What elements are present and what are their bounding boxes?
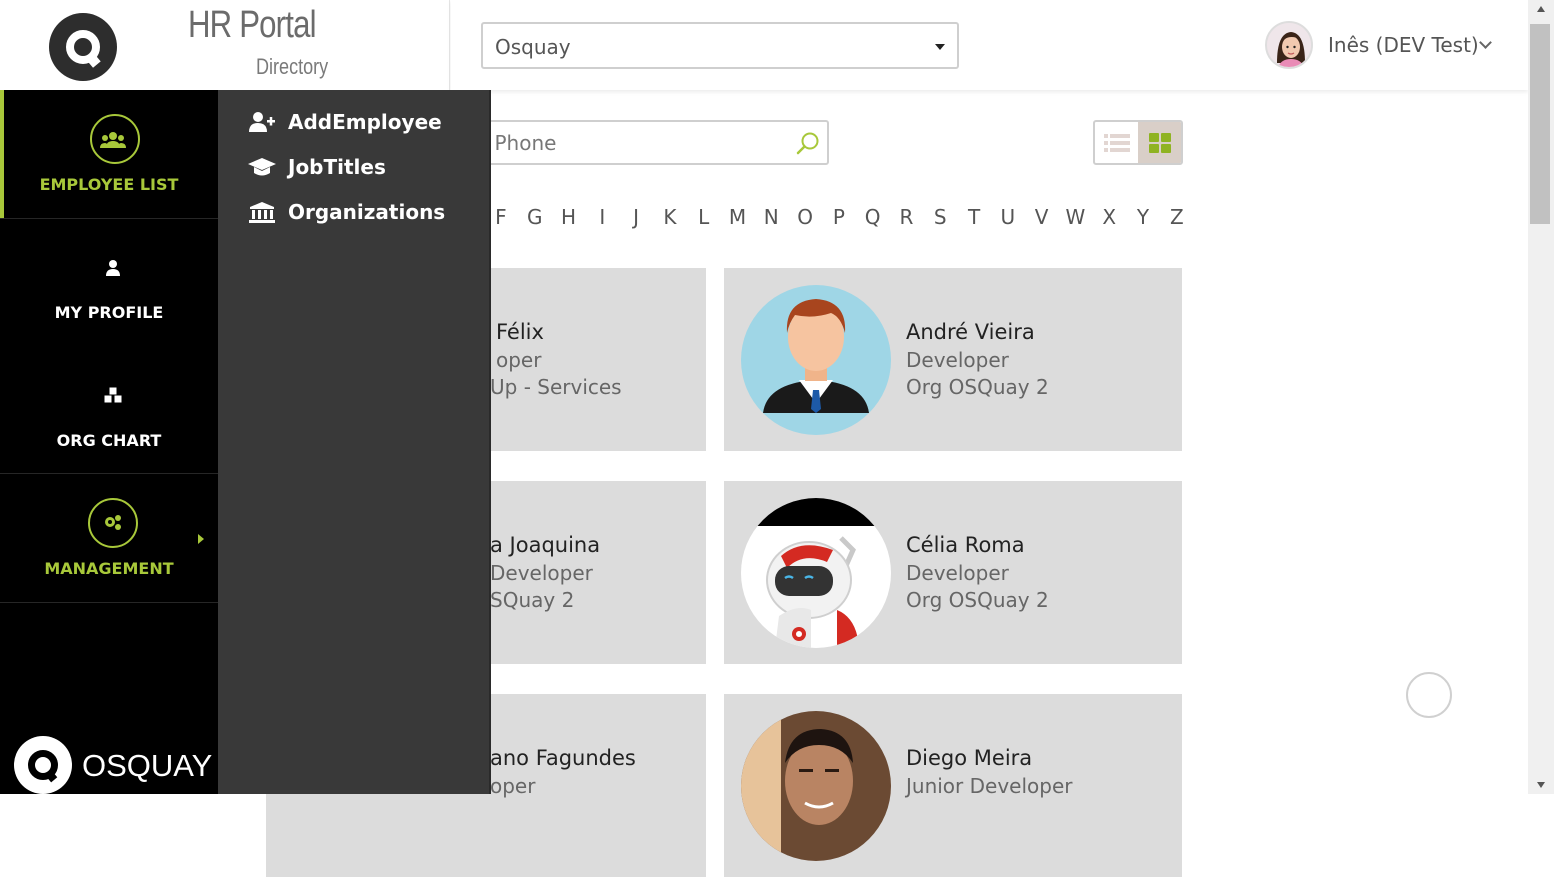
submenu-label: JobTitles	[288, 155, 386, 179]
letter-filter[interactable]: Y	[1126, 205, 1160, 231]
employee-name: a Joaquina	[490, 533, 601, 557]
user-plus-icon	[249, 112, 275, 132]
letter-filter[interactable]: V	[1025, 205, 1059, 231]
submenu-item-add-employee[interactable]: AddEmployee	[248, 107, 442, 137]
cubes-icon	[103, 386, 123, 404]
scroll-up-icon[interactable]	[1537, 6, 1545, 12]
letter-filter[interactable]: U	[991, 205, 1025, 231]
employee-org: Org OSQuay 2	[906, 375, 1049, 399]
nav-label: EMPLOYEE LIST	[39, 175, 179, 194]
avatar	[741, 498, 891, 648]
submenu-item-organizations[interactable]: Organizations	[248, 197, 445, 227]
user-avatar[interactable]	[1265, 21, 1313, 69]
app-title: HR Portal	[188, 4, 317, 46]
letter-filter[interactable]: H	[552, 205, 586, 231]
divider	[0, 602, 218, 603]
letter-filter[interactable]: I	[585, 205, 619, 231]
employee-job: Developer	[490, 561, 593, 585]
letter-filter[interactable]: K	[653, 205, 687, 231]
user-name[interactable]: Inês (DEV Test)	[1328, 33, 1479, 57]
user-icon	[106, 260, 120, 276]
submenu-item-job-titles[interactable]: JobTitles	[248, 152, 386, 182]
grid-view-button[interactable]	[1138, 122, 1181, 163]
employee-name: Félix	[496, 320, 544, 344]
letter-filter[interactable]: G	[518, 205, 552, 231]
caret-right-icon	[198, 534, 204, 544]
search-icon[interactable]	[795, 130, 821, 156]
employee-card[interactable]: Célia Roma Developer Org OSQuay 2	[724, 481, 1182, 664]
letter-filter[interactable]: J	[619, 205, 653, 231]
employee-org: Org OSQuay 2	[906, 588, 1049, 612]
list-view-button[interactable]	[1095, 122, 1138, 163]
company-select[interactable]: Osquay	[481, 22, 959, 69]
company-select-value: Osquay	[495, 35, 571, 59]
cogs-icon	[105, 515, 121, 530]
letter-filter[interactable]: L	[687, 205, 721, 231]
letter-filter[interactable]: S	[923, 205, 957, 231]
avatar	[741, 285, 891, 435]
employee-name: Diego Meira	[906, 746, 1033, 770]
alphabet-filter: F G H I J K L M N O P Q R S T U V W X Y …	[484, 205, 1194, 231]
employee-job: Junior Developer	[906, 774, 1073, 798]
employee-name: ano Fagundes	[490, 746, 636, 770]
caret-down-icon	[935, 44, 945, 50]
nav-item-org-chart[interactable]: ORG CHART	[0, 346, 218, 474]
list-icon	[1104, 134, 1130, 152]
logo-area: HR Portal Directory	[0, 0, 450, 90]
scroll-thumb[interactable]	[1530, 24, 1550, 224]
letter-filter[interactable]: W	[1059, 205, 1093, 231]
graduation-cap-icon	[248, 158, 276, 176]
top-bar: Osquay Inês (DEV Test)	[451, 0, 1528, 90]
avatar	[741, 711, 891, 861]
nav-label: MANAGEMENT	[44, 559, 174, 578]
loading-spinner	[1406, 672, 1452, 718]
letter-filter[interactable]: P	[822, 205, 856, 231]
employee-job: Developer	[906, 348, 1009, 372]
employee-job: oper	[496, 348, 542, 372]
letter-filter[interactable]: Z	[1160, 205, 1194, 231]
page-scrollbar[interactable]	[1528, 0, 1554, 794]
submenu-label: AddEmployee	[288, 110, 442, 134]
letter-filter[interactable]: T	[957, 205, 991, 231]
employee-org: SQuay 2	[490, 588, 575, 612]
nav-item-employee-list[interactable]: EMPLOYEE LIST	[0, 90, 218, 218]
users-icon	[100, 132, 126, 148]
app-logo[interactable]	[49, 13, 117, 81]
employee-name: Célia Roma	[906, 533, 1025, 557]
search-box	[440, 120, 829, 165]
management-submenu: AddEmployee JobTitles Organizations	[218, 90, 491, 794]
nav-item-management[interactable]: MANAGEMENT	[0, 474, 218, 602]
letter-filter[interactable]: X	[1092, 205, 1126, 231]
employee-card[interactable]: André Vieira Developer Org OSQuay 2	[724, 268, 1182, 451]
letter-filter[interactable]: M	[721, 205, 755, 231]
employee-org: Up - Services	[490, 375, 622, 399]
view-toggle	[1093, 120, 1183, 165]
submenu-label: Organizations	[288, 200, 446, 224]
side-nav: EMPLOYEE LIST MY PROFILE ORG CHART MANAG…	[0, 90, 218, 794]
letter-filter[interactable]: O	[788, 205, 822, 231]
chevron-down-icon[interactable]	[1479, 36, 1492, 49]
scroll-down-icon[interactable]	[1537, 782, 1545, 788]
nav-item-my-profile[interactable]: MY PROFILE	[0, 218, 218, 346]
employee-card[interactable]: Diego Meira Junior Developer	[724, 694, 1182, 877]
letter-filter[interactable]: R	[890, 205, 924, 231]
employee-job: Developer	[906, 561, 1009, 585]
search-input[interactable]	[452, 130, 772, 156]
employee-name: André Vieira	[906, 320, 1035, 344]
nav-label: MY PROFILE	[54, 303, 164, 322]
app-subtitle: Directory	[256, 54, 329, 79]
institution-icon	[249, 202, 275, 223]
nav-label: ORG CHART	[56, 431, 162, 450]
letter-filter[interactable]: Q	[856, 205, 890, 231]
letter-filter[interactable]: N	[754, 205, 788, 231]
grid-icon	[1149, 133, 1171, 153]
brand-icon	[14, 736, 72, 794]
employee-job: oper	[490, 774, 536, 798]
brand-text: OSQUAY	[82, 748, 213, 783]
